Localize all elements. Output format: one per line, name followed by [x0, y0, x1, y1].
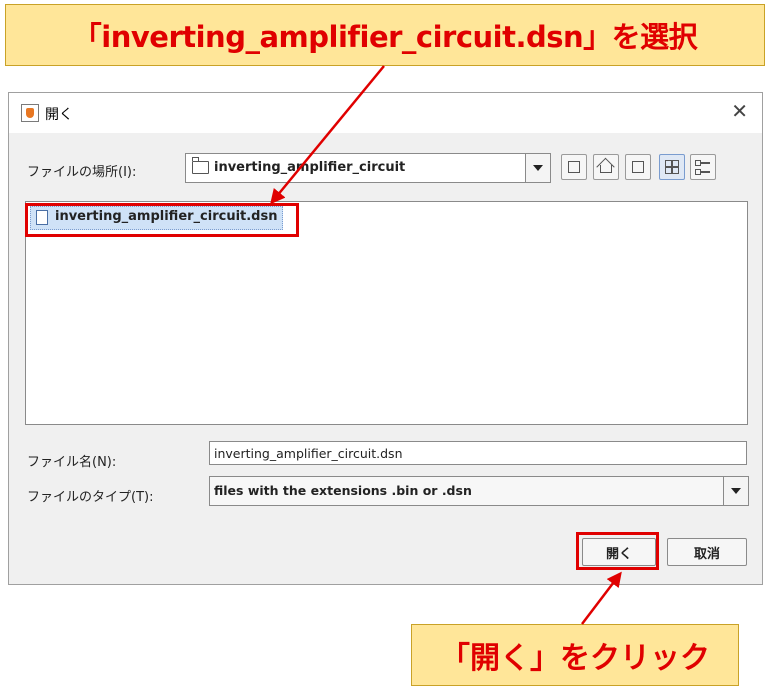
annotation-arrows [270, 65, 622, 625]
arrow-to-file [270, 65, 385, 205]
arrow-to-open [581, 571, 622, 625]
